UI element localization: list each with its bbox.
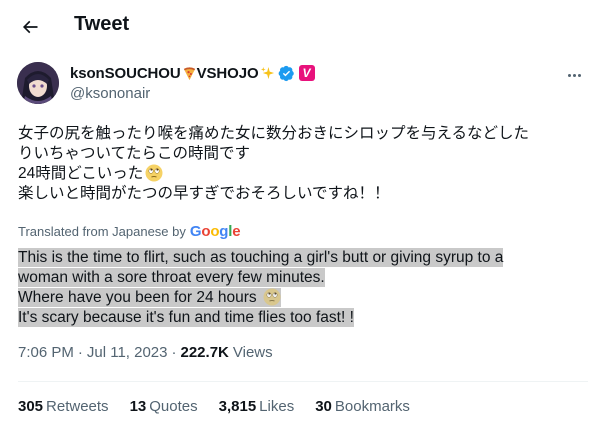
more-dot-icon [577, 73, 581, 77]
tweet-time[interactable]: 7:06 PM [18, 344, 74, 361]
arrow-left-icon [22, 20, 38, 34]
bookmarks-label: Bookmarks [334, 398, 410, 415]
quotes-count: 13 [129, 398, 147, 415]
separator-dot: · [77, 344, 83, 361]
translation-label: Translated from Japanese by [18, 224, 186, 239]
engagement-stats: 305 Retweets 13 Quotes 3,815 Likes 30 Bookma… [18, 398, 431, 415]
likes-count: 3,815 [218, 398, 257, 415]
tweet-line: 楽しいと時間がたつの早すぎでおそろしいですね！！ [18, 185, 390, 202]
tweet-line: 女子の尻を触ったり喉を痛めた女に数分おきにシロップを与えるなどした [18, 125, 530, 142]
avatar[interactable] [17, 62, 59, 104]
translated-line: This is the time to flirt, such as touch… [18, 248, 504, 267]
rolling-eyes-face-icon [145, 164, 163, 182]
likes-stat[interactable]: 3,815 Likes [219, 398, 295, 415]
back-button[interactable] [14, 11, 46, 43]
display-name[interactable]: ksonSOUCHOU [70, 65, 181, 82]
more-dot-icon [567, 73, 571, 77]
affiliate-badge[interactable]: V [298, 65, 315, 81]
pizza-icon [183, 66, 195, 80]
retweets-count: 305 [18, 398, 44, 415]
sparkles-icon [260, 66, 274, 79]
retweets-label: Retweets [46, 398, 109, 415]
tweet-header: Tweet [0, 0, 601, 53]
page-title: Tweet [74, 13, 130, 35]
google-logo: Google [189, 223, 241, 240]
retweets-stat[interactable]: 305 Retweets [18, 398, 109, 415]
translated-line: Where have you been for 24 hours [18, 288, 257, 307]
translated-line: It's scary because it's fun and time fli… [18, 308, 354, 327]
rolling-eyes-face-icon [263, 288, 281, 306]
tweet-meta: 7:06 PM · Jul 11, 2023 · 222.7K Views [18, 344, 273, 361]
views-label: Views [232, 344, 273, 361]
quotes-label: Quotes [149, 398, 198, 415]
translated-line: woman with a sore throat every few minut… [18, 268, 325, 287]
tweet-date[interactable]: Jul 11, 2023 [87, 344, 168, 361]
more-options-button[interactable] [560, 66, 588, 84]
verified-badge-icon[interactable] [278, 65, 295, 82]
author-block: ksonSOUCHOU VSHOJO V @ksononair [70, 63, 315, 102]
separator-dot: · [171, 344, 177, 361]
translated-text: This is the time to flirt, such as touch… [18, 248, 588, 328]
quotes-stat[interactable]: 13 Quotes [130, 398, 198, 415]
translation-attribution[interactable]: Translated from Japanese by Google [18, 223, 241, 240]
divider [18, 381, 588, 382]
tweet-line: りいちゃついてたらこの時間です [18, 145, 251, 162]
bookmarks-stat[interactable]: 30 Bookmarks [315, 398, 410, 415]
bookmarks-count: 30 [315, 398, 332, 415]
more-dot-icon [572, 73, 576, 77]
user-handle[interactable]: @ksononair [70, 85, 315, 102]
tweet-line-wrapper: 24時間どこいった [18, 164, 588, 184]
display-name-suffix: VSHOJO [196, 64, 259, 82]
views-count: 222.7K [180, 344, 229, 361]
likes-label: Likes [259, 398, 295, 415]
tweet-text: 女子の尻を触ったり喉を痛めた女に数分おきにシロップを与えるなどした りいちゃつい… [18, 124, 588, 204]
tweet-line: 24時間どこいった [18, 165, 144, 182]
